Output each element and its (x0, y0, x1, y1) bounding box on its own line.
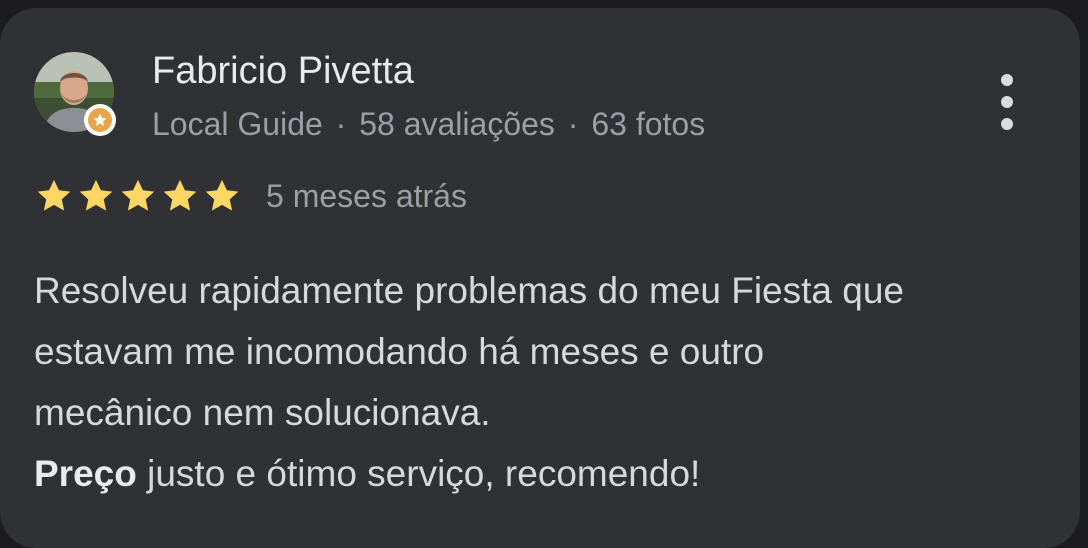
star-icon (37, 179, 71, 211)
star-rating (34, 177, 242, 215)
review-line: estavam me incomodando há meses e outro (34, 331, 765, 372)
meta-separator: · (567, 106, 579, 142)
local-guide-label: Local Guide (152, 106, 323, 142)
review-text: Resolveu rapidamente problemas do meu Fi… (34, 260, 1054, 504)
review-line: mecânico nem solucionava. (34, 392, 491, 433)
local-guide-star-icon (93, 113, 107, 126)
rating-row: 5 meses atrás (34, 176, 467, 216)
reviewer-meta: Local Guide · 58 avaliações · 63 fotos (152, 104, 705, 144)
meta-separator: · (335, 106, 347, 142)
local-guide-badge (84, 104, 116, 136)
review-date: 5 meses atrás (266, 178, 467, 214)
more-vert-icon (1001, 74, 1013, 86)
review-bold-word: Preço (34, 453, 137, 494)
review-line-rest: justo e ótimo serviço, recomendo! (136, 453, 701, 494)
reviewer-name[interactable]: Fabricio Pivetta (152, 48, 414, 94)
reviews-count: 58 avaliações (359, 106, 555, 142)
more-options-button[interactable] (990, 74, 1024, 130)
review-line: Preço justo e ótimo serviço, recomendo! (34, 443, 1054, 504)
star-icon (205, 179, 239, 211)
star-icon (79, 179, 113, 211)
review-line: Resolveu rapidamente problemas do meu Fi… (34, 270, 904, 311)
more-vert-icon (1001, 96, 1013, 108)
star-icon (163, 179, 197, 211)
photos-count: 63 fotos (591, 106, 706, 142)
review-card: Fabricio Pivetta Local Guide · 58 avalia… (0, 8, 1080, 548)
star-icon (121, 179, 155, 211)
more-vert-icon (1001, 118, 1013, 130)
